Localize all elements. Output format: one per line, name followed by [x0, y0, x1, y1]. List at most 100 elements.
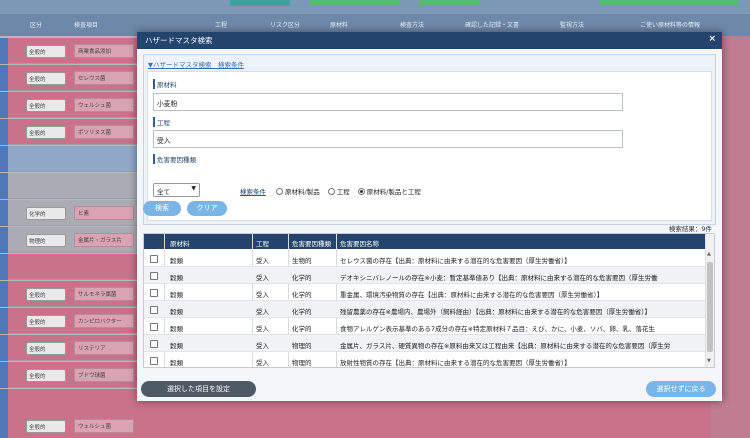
bg-row: 全般的 ウェルシュ菌 [0, 413, 750, 438]
radio-material-and-process[interactable]: 原材料/製品と工程 [357, 186, 421, 196]
bg-header-col: 原材料 [330, 22, 349, 29]
bg-cell: 金属片・ガラス片 [74, 233, 134, 247]
bg-select[interactable]: 全般的 [26, 369, 66, 382]
cell-hazard-type: 化学的 [292, 291, 312, 299]
table-row[interactable]: 穀類 受入 物理的 金属片、ガラス片、硬質異物の存在※原料由来又は工程由来【出典… [144, 335, 706, 352]
table-row[interactable]: 穀類 受入 化学的 食物アレルゲン表示基準のある7成分の存在※特定原材料７品目：… [144, 318, 706, 335]
cell-hazard-type: 生物的 [292, 257, 312, 265]
bg-select[interactable]: 全般的 [26, 315, 66, 328]
row-checkbox[interactable] [150, 306, 158, 314]
cell-material: 穀類 [170, 274, 183, 282]
table-row[interactable]: 穀類 受入 化学的 重金属、環境汚染物質の存在【出典：原材料に由来する潜在的な危… [144, 284, 706, 301]
table-scrollbar[interactable]: ▲ ▼ [705, 234, 714, 367]
cell-hazard-name: デオキシニバレノールの存在※小麦：暫定基準値あり【出典：原材料に由来する潜在的な… [340, 274, 658, 282]
row-checkbox[interactable] [150, 289, 158, 297]
bg-header-col: 確認した記録・文書 [465, 22, 520, 29]
col-hazard-name: 危害要因名称 [340, 240, 379, 248]
bg-select[interactable]: 全般的 [26, 72, 66, 85]
radio-label: 原材料/製品 [285, 188, 320, 196]
col-process: 工程 [256, 240, 269, 248]
cell-material: 穀類 [170, 257, 183, 265]
bg-cell: ウェルシュ菌 [74, 98, 134, 112]
bg-header-col: ご使い原材料等の情報 [640, 22, 701, 29]
radio-process[interactable]: 工程 [327, 186, 350, 196]
col-hazard-type: 危害要因種類 [292, 240, 331, 248]
bg-header-col: リスク区分 [270, 22, 301, 29]
bg-cell: ヒ素 [74, 206, 134, 220]
bg-select[interactable]: 全般的 [26, 45, 66, 58]
radio-label: 原材料/製品と工程 [366, 188, 421, 196]
bg-select[interactable]: 全般的 [26, 99, 66, 112]
bg-select[interactable]: 全般的 [26, 288, 66, 301]
cell-process: 受入 [256, 342, 269, 350]
cell-process: 受入 [256, 359, 269, 367]
cell-process: 受入 [256, 308, 269, 316]
bg-cell: サルモネラ属菌 [74, 287, 134, 301]
hazard-type-select[interactable]: 全て ▼ [153, 183, 200, 197]
cell-material: 穀類 [170, 308, 183, 316]
dialog-titlebar: ハザードマスタ検索 × [137, 32, 722, 49]
chevron-down-icon: ▼ [191, 185, 196, 192]
scroll-thumb[interactable] [707, 262, 713, 352]
cell-material: 穀類 [170, 359, 183, 367]
scroll-down-icon[interactable]: ▼ [707, 358, 711, 364]
table-row[interactable]: 穀類 受入 化学的 デオキシニバレノールの存在※小麦：暫定基準値あり【出典：原材… [144, 267, 706, 284]
bg-cell: セレウス菌 [74, 71, 134, 85]
row-checkbox[interactable] [150, 272, 158, 280]
cell-material: 穀類 [170, 291, 183, 299]
search-conditions-panel: ▼ハザードマスタ検索 検索条件 原材料 小麦粉 工程 受入 危害要因種類 全て … [143, 54, 716, 225]
radio-material[interactable]: 原材料/製品 [276, 186, 320, 196]
row-checkbox[interactable] [150, 357, 158, 365]
cell-process: 受入 [256, 325, 269, 333]
material-label: 原材料 [153, 79, 177, 89]
row-checkbox[interactable] [150, 340, 158, 348]
bg-select[interactable]: 全般的 [26, 420, 66, 433]
cell-hazard-type: 化学的 [292, 325, 312, 333]
bg-header-col: 区分 [30, 22, 43, 29]
bg-select[interactable]: 全般的 [26, 342, 66, 355]
cell-process: 受入 [256, 257, 269, 265]
search-condition-radios: 検索条件 原材料/製品 工程 原材料/製品と工程 [240, 186, 429, 196]
bg-select[interactable]: 化学的 [26, 207, 66, 220]
row-checkbox[interactable] [150, 323, 158, 331]
search-button[interactable]: 検索 [143, 201, 181, 216]
cell-hazard-name: 金属片、ガラス片、硬質異物の存在※原料由来又は工程由来【出典：原材料に由来する潜… [340, 342, 671, 350]
bg-cell: カンピロバクター [74, 314, 134, 328]
cell-hazard-type: 物理的 [292, 359, 312, 367]
table-header: 原材料 工程 危害要因種類 危害要因名称 [144, 234, 706, 249]
clear-button[interactable]: クリア [187, 201, 227, 216]
set-selected-button[interactable]: 選択した項目を設定 [141, 381, 256, 397]
back-without-select-button[interactable]: 選択せずに戻る [646, 381, 716, 397]
conditions-toggle-link[interactable]: ▼ハザードマスタ検索 検索条件 [148, 59, 244, 69]
hazard-type-value: 全て [157, 188, 170, 196]
bg-cell: リステリア [74, 341, 134, 355]
bg-cell: ウェルシュ菌 [74, 419, 134, 433]
bg-cell: 商業食品添加 [74, 44, 134, 58]
cell-material: 穀類 [170, 325, 183, 333]
row-checkbox[interactable] [150, 255, 158, 263]
cell-hazard-name: 残留農薬の存在※農場内、農場外（飼料経由）【出典：原材料に由来する潜在的な危害要… [340, 308, 651, 316]
table-row[interactable]: 穀類 受入 生物的 セレウス菌の存在【出典：原材料に由来する潜在的な危害要因（厚… [144, 250, 706, 267]
col-material: 原材料 [170, 240, 190, 248]
radio-circle-icon [276, 187, 283, 195]
bg-cell: ボツリヌス菌 [74, 125, 134, 139]
table-row[interactable]: 穀類 受入 物理的 放射性物質の存在【出典：原材料に由来する潜在的な危害要因（厚… [144, 352, 706, 367]
bg-header-col: 監視方法 [560, 22, 585, 29]
dialog-title: ハザードマスタ検索 [145, 36, 213, 45]
hazard-type-label: 危害要因種類 [153, 154, 196, 164]
radio-label: 工程 [336, 188, 350, 196]
bg-select[interactable]: 全般的 [26, 126, 66, 139]
results-table: 原材料 工程 危害要因種類 危害要因名称 穀類 受入 生物的 セレウス菌の存在【… [143, 233, 715, 368]
result-count: 検索結果：9件 [668, 225, 712, 233]
material-input[interactable]: 小麦粉 [153, 93, 623, 111]
cell-hazard-type: 物理的 [292, 342, 312, 350]
process-label: 工程 [153, 117, 170, 127]
process-input[interactable]: 受入 [153, 130, 623, 148]
cell-hazard-type: 化学的 [292, 308, 312, 316]
close-icon[interactable]: × [708, 34, 716, 44]
table-row[interactable]: 穀類 受入 化学的 残留農薬の存在※農場内、農場外（飼料経由）【出典：原材料に由… [144, 301, 706, 318]
cell-process: 受入 [256, 274, 269, 282]
bg-cell: ブドウ球菌 [74, 368, 134, 382]
scroll-up-icon[interactable]: ▲ [707, 251, 711, 257]
bg-select[interactable]: 物理的 [26, 234, 66, 247]
